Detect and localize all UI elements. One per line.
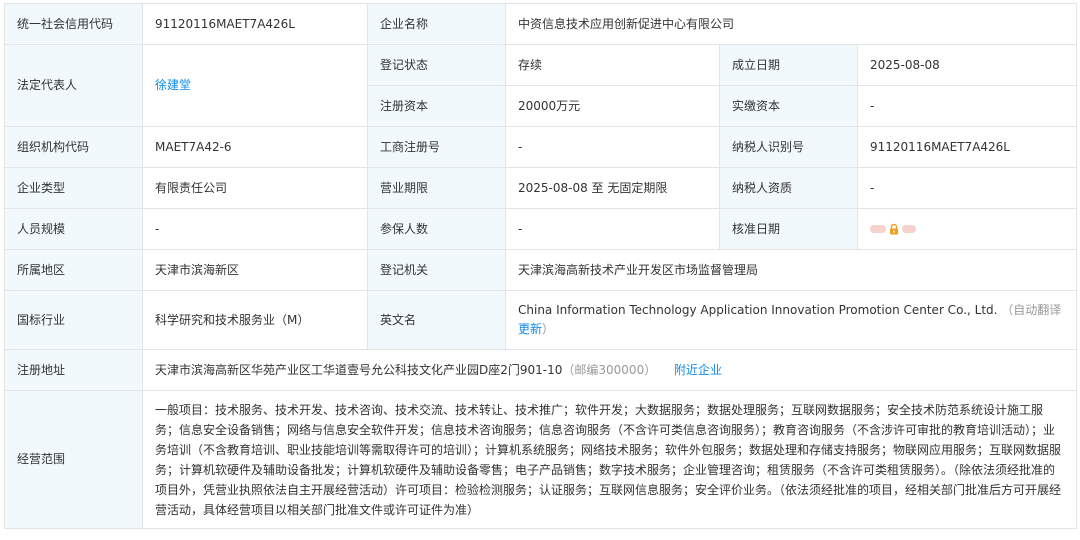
credit-code-label: 统一社会信用代码	[4, 3, 143, 45]
reg-address-cell: 天津市滨海高新区华苑产业区工华道壹号允公科技文化产业园D座2门901-10（邮编…	[141, 349, 1078, 391]
blurred-value	[870, 224, 886, 233]
postcode: （邮编300000）	[562, 362, 657, 377]
row-org-code: 组织机构代码 MAET7A42-6 工商注册号 - 纳税人识别号 9112011…	[4, 126, 1078, 168]
reg-status-value: 存续	[505, 44, 720, 86]
region-value: 天津市滨海新区	[142, 249, 368, 291]
region-label: 所属地区	[4, 249, 143, 291]
row-status: 法定代表人 徐建堂 登记状态 存续 成立日期 2025-08-08	[4, 44, 1078, 127]
paid-capital-label: 实缴资本	[719, 85, 858, 127]
biz-scope-value: 一般项目：技术服务、技术开发、技术咨询、技术交流、技术转让、技术推广；软件开发；…	[141, 390, 1078, 529]
translate-update-link[interactable]: 更新	[518, 322, 542, 336]
company-type-value: 有限责任公司	[142, 167, 368, 209]
established-label: 成立日期	[719, 44, 858, 86]
company-info-panel: 统一社会信用代码 91120116MAET7A426L 企业名称 中资信息技术应…	[4, 3, 1078, 529]
established-value: 2025-08-08	[856, 44, 1078, 86]
reg-authority-label: 登记机关	[367, 249, 506, 291]
row-biz-scope: 经营范围 一般项目：技术服务、技术开发、技术咨询、技术交流、技术转让、技术推广；…	[4, 390, 1078, 529]
company-info-table: 统一社会信用代码 91120116MAET7A426L 企业名称 中资信息技术应…	[4, 3, 1078, 529]
taxpayer-qual-value: -	[856, 167, 1078, 209]
english-name-label: 英文名	[367, 290, 506, 350]
company-type-label: 企业类型	[4, 167, 143, 209]
insured-count-value: -	[505, 208, 720, 250]
reg-authority-value: 天津滨海高新技术产业开发区市场监督管理局	[504, 249, 1078, 291]
staff-size-value: -	[142, 208, 368, 250]
biz-term-label: 营业期限	[367, 167, 506, 209]
staff-size-label: 人员规模	[4, 208, 143, 250]
approval-date-label: 核准日期	[719, 208, 858, 250]
taxpayer-id-label: 纳税人识别号	[719, 126, 858, 168]
biz-reg-no-value: -	[505, 126, 720, 168]
row-region: 所属地区 天津市滨海新区 登记机关 天津滨海高新技术产业开发区市场监督管理局	[4, 249, 1078, 291]
industry-label: 国标行业	[4, 290, 143, 350]
biz-reg-no-label: 工商注册号	[367, 126, 506, 168]
english-name-cell: China Information Technology Application…	[504, 290, 1078, 350]
legal-rep-link[interactable]: 徐建堂	[155, 78, 191, 92]
taxpayer-qual-label: 纳税人资质	[719, 167, 858, 209]
auto-translate-close: ）	[542, 322, 555, 336]
reg-address-value: 天津市滨海高新区华苑产业区工华道壹号允公科技文化产业园D座2门901-10	[155, 362, 563, 377]
legal-rep-label: 法定代表人	[4, 44, 143, 127]
biz-term-value: 2025-08-08 至 无固定期限	[505, 167, 720, 209]
approval-date-cell[interactable]	[856, 208, 1078, 250]
industry-value: 科学研究和技术服务业（M）	[142, 290, 368, 350]
taxpayer-id-value: 91120116MAET7A426L	[856, 126, 1078, 168]
credit-code-value: 91120116MAET7A426L	[142, 3, 368, 45]
blurred-value-tail	[902, 224, 916, 233]
org-code-label: 组织机构代码	[4, 126, 143, 168]
reg-address-label: 注册地址	[4, 349, 143, 391]
english-name-value: China Information Technology Application…	[518, 303, 998, 317]
paid-capital-value: -	[856, 85, 1078, 127]
reg-status-label: 登记状态	[367, 44, 506, 86]
row-credit-code: 统一社会信用代码 91120116MAET7A426L 企业名称 中资信息技术应…	[4, 3, 1078, 45]
row-address: 注册地址 天津市滨海高新区华苑产业区工华道壹号允公科技文化产业园D座2门901-…	[4, 349, 1078, 391]
biz-scope-label: 经营范围	[4, 390, 143, 529]
company-name-value: 中资信息技术应用创新促进中心有限公司	[504, 3, 1078, 45]
company-name-label: 企业名称	[367, 3, 506, 45]
reg-capital-value: 20000万元	[505, 85, 720, 127]
legal-rep-cell: 徐建堂	[142, 44, 368, 127]
insured-count-label: 参保人数	[367, 208, 506, 250]
reg-capital-label: 注册资本	[367, 85, 506, 127]
approval-date-locked[interactable]	[870, 223, 916, 235]
nearby-companies-link[interactable]: 附近企业	[674, 363, 722, 377]
lock-icon[interactable]	[888, 223, 900, 235]
row-staff: 人员规模 - 参保人数 - 核准日期	[4, 208, 1078, 250]
row-industry: 国标行业 科学研究和技术服务业（M） 英文名 China Information…	[4, 290, 1078, 350]
row-company-type: 企业类型 有限责任公司 营业期限 2025-08-08 至 无固定期限 纳税人资…	[4, 167, 1078, 209]
org-code-value: MAET7A42-6	[142, 126, 368, 168]
auto-translate-note: （自动翻译	[1001, 303, 1062, 317]
